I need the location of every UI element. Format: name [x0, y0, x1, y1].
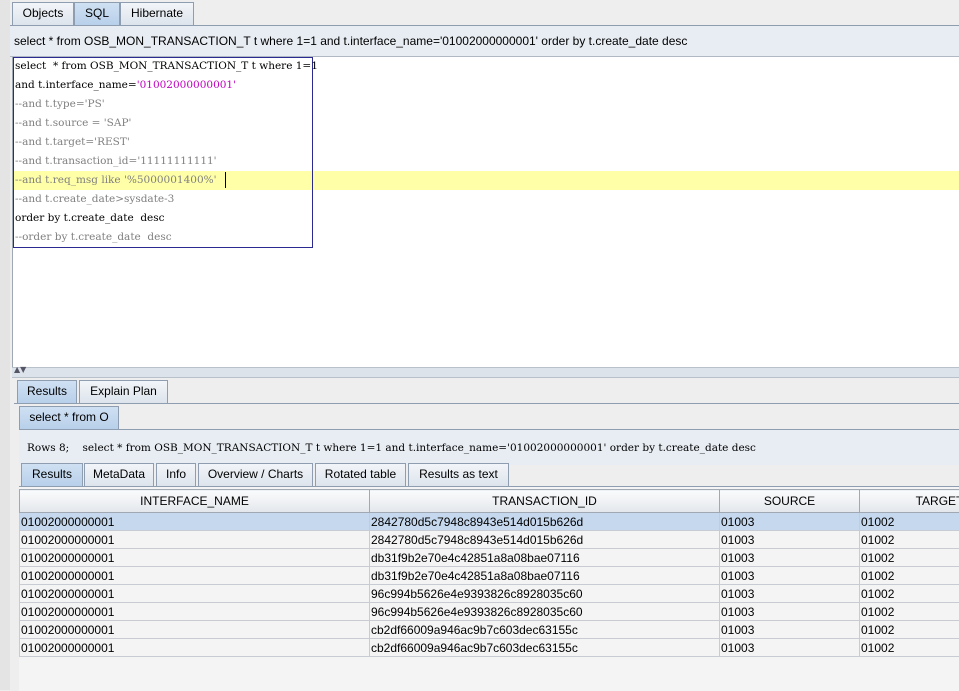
table-cell[interactable]: 01002000000001 — [20, 567, 370, 585]
subtab-rotated-table[interactable]: Rotated table — [315, 463, 406, 486]
table-cell[interactable]: db31f9b2e70e4c42851a8a08bae07116 — [370, 567, 720, 585]
code-line-8: --and t.create_date>sysdate-3 — [15, 193, 174, 205]
collapse-arrows-icon[interactable]: ▲▼ — [14, 365, 26, 374]
table-row[interactable]: 01002000000001cb2df66009a946ac9b7c603dec… — [20, 621, 959, 639]
splitter-bar[interactable]: ▲▼ — [12, 367, 959, 378]
table-cell[interactable]: 01002000000001 — [20, 639, 370, 657]
table-cell[interactable]: 01002000000001 — [20, 603, 370, 621]
tab-sql[interactable]: SQL — [74, 2, 120, 25]
column-header-transaction-id[interactable]: TRANSACTION_ID — [370, 490, 720, 513]
code-line-3: --and t.type='PS' — [15, 98, 105, 110]
table-cell[interactable]: 01002000000001 — [20, 585, 370, 603]
table-row[interactable]: 0100200000000196c994b5626e4e9393826c8928… — [20, 603, 959, 621]
text-cursor — [225, 172, 226, 188]
column-header-source[interactable]: SOURCE — [720, 490, 860, 513]
table-cell[interactable]: 01003 — [720, 531, 860, 549]
table-cell[interactable]: 01002 — [860, 603, 959, 621]
tab-select-from-o[interactable]: select * from O — [19, 406, 119, 429]
code-line-6: --and t.transaction_id='11111111111' — [15, 155, 217, 167]
column-header-target[interactable]: TARGET — [860, 490, 959, 513]
table-cell[interactable]: 01002000000001 — [20, 621, 370, 639]
code-line-2: and t.interface_name='01002000000001' — [15, 79, 236, 91]
table-cell[interactable]: 01002 — [860, 585, 959, 603]
code-line-7: --and t.req_msg like '%5000001400%' — [15, 174, 217, 186]
table-cell[interactable]: 01002000000001 — [20, 513, 370, 531]
tab-objects[interactable]: Objects — [12, 2, 74, 25]
table-cell[interactable]: 01002000000001 — [20, 531, 370, 549]
table-cell[interactable]: 01002 — [860, 513, 959, 531]
subtab-results[interactable]: Results — [21, 463, 83, 486]
code-line-10: --order by t.create_date desc — [15, 231, 172, 243]
table-row[interactable]: 010020000000012842780d5c7948c8943e514d01… — [20, 513, 959, 531]
column-header-interface-name[interactable]: INTERFACE_NAME — [20, 490, 370, 513]
table-header-row: INTERFACE_NAME TRANSACTION_ID SOURCE TAR… — [20, 490, 959, 513]
table-row[interactable]: 01002000000001db31f9b2e70e4c42851a8a08ba… — [20, 549, 959, 567]
result-status-bar: Rows 8; select * from OSB_MON_TRANSACTIO… — [19, 429, 959, 465]
sql-editor[interactable]: select * from OSB_MON_TRANSACTION_T t wh… — [12, 57, 959, 367]
table-cell[interactable]: 2842780d5c7948c8943e514d015b626d — [370, 513, 720, 531]
table-row[interactable]: 01002000000001db31f9b2e70e4c42851a8a08ba… — [20, 567, 959, 585]
code-line-1: select * from OSB_MON_TRANSACTION_T t wh… — [15, 60, 318, 72]
table-cell[interactable]: 01003 — [720, 603, 860, 621]
subtab-overview-charts[interactable]: Overview / Charts — [198, 463, 313, 486]
table-cell[interactable]: 01003 — [720, 621, 860, 639]
table-cell[interactable]: 01003 — [720, 567, 860, 585]
status-text: Rows 8; select * from OSB_MON_TRANSACTIO… — [27, 442, 756, 454]
tab-results[interactable]: Results — [17, 380, 77, 403]
tab-hibernate[interactable]: Hibernate — [120, 2, 194, 25]
query-header-bar: select * from OSB_MON_TRANSACTION_T t wh… — [10, 25, 959, 57]
query-header-text: select * from OSB_MON_TRANSACTION_T t wh… — [14, 34, 687, 48]
subtab-metadata[interactable]: MetaData — [84, 463, 154, 486]
table-cell[interactable]: 2842780d5c7948c8943e514d015b626d — [370, 531, 720, 549]
table-cell[interactable]: cb2df66009a946ac9b7c603dec63155c — [370, 621, 720, 639]
table-cell[interactable]: db31f9b2e70e4c42851a8a08bae07116 — [370, 549, 720, 567]
results-table: INTERFACE_NAME TRANSACTION_ID SOURCE TAR… — [19, 489, 959, 657]
table-cell[interactable]: 01002 — [860, 549, 959, 567]
code-line-9: order by t.create_date desc — [15, 212, 165, 224]
tab-explain-plan[interactable]: Explain Plan — [79, 380, 168, 403]
table-cell[interactable]: 01003 — [720, 513, 860, 531]
table-cell[interactable]: 01002000000001 — [20, 549, 370, 567]
code-line-5: --and t.target='REST' — [15, 136, 130, 148]
left-gutter — [0, 0, 10, 690]
table-row[interactable]: 01002000000001cb2df66009a946ac9b7c603dec… — [20, 639, 959, 657]
results-grid: INTERFACE_NAME TRANSACTION_ID SOURCE TAR… — [19, 486, 959, 691]
table-cell[interactable]: 96c994b5626e4e9393826c8928035c60 — [370, 603, 720, 621]
code-line-4: --and t.source = 'SAP' — [15, 117, 131, 129]
table-row[interactable]: 010020000000012842780d5c7948c8943e514d01… — [20, 531, 959, 549]
table-cell[interactable]: 01002 — [860, 531, 959, 549]
table-cell[interactable]: 96c994b5626e4e9393826c8928035c60 — [370, 585, 720, 603]
table-cell[interactable]: 01003 — [720, 549, 860, 567]
subtab-info[interactable]: Info — [156, 463, 196, 486]
table-cell[interactable]: 01003 — [720, 639, 860, 657]
table-cell[interactable]: 01003 — [720, 585, 860, 603]
table-cell[interactable]: cb2df66009a946ac9b7c603dec63155c — [370, 639, 720, 657]
table-cell[interactable]: 01002 — [860, 639, 959, 657]
table-cell[interactable]: 01002 — [860, 567, 959, 585]
subtab-results-as-text[interactable]: Results as text — [408, 463, 509, 486]
table-cell[interactable]: 01002 — [860, 621, 959, 639]
table-row[interactable]: 0100200000000196c994b5626e4e9393826c8928… — [20, 585, 959, 603]
